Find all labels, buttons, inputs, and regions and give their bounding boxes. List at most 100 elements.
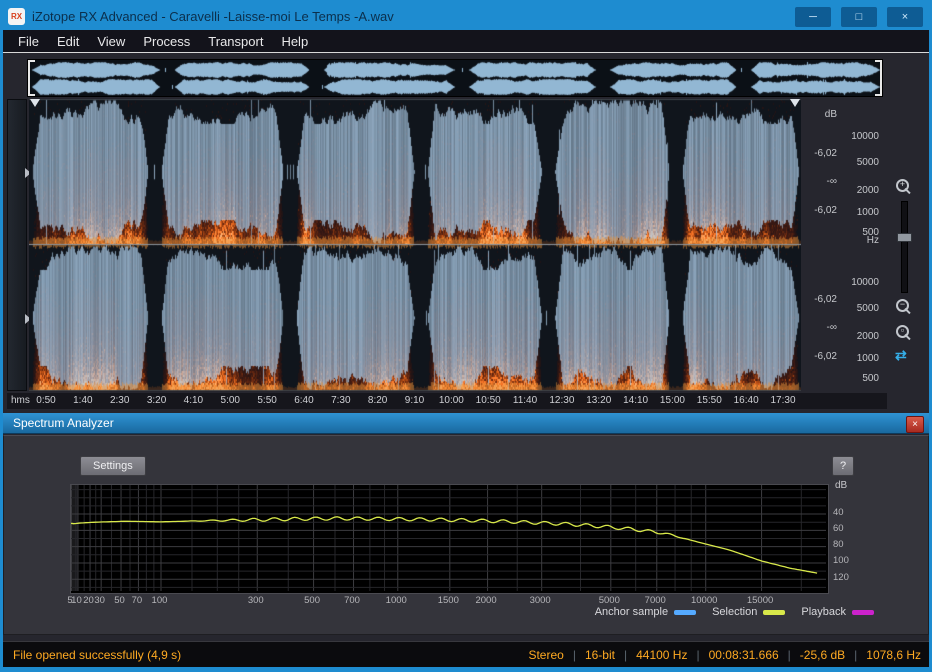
y-axis-tick: 100	[833, 555, 849, 567]
status-bar: File opened successfully (4,9 s) Stereo |…	[3, 641, 929, 667]
time-tick: 1:40	[73, 395, 93, 406]
x-axis-tick: 10000	[690, 595, 718, 606]
time-ruler[interactable]: hms 0:50 1:40 2:30 3:20 4:10 5:00 5:50 6:40 7:30…	[7, 393, 887, 409]
x-axis-tick: 500	[304, 595, 321, 606]
status-field: 1078,6 Hz	[866, 647, 921, 662]
channel-rail[interactable]	[7, 99, 31, 391]
analyzer-body: Settings ? dB Anchor sample Selection Play…	[3, 435, 929, 635]
status-separator: |	[572, 647, 576, 662]
zoom-slider-track[interactable]	[901, 201, 908, 293]
time-tick: 5:50	[257, 395, 277, 406]
time-tick: 0:50	[36, 395, 56, 406]
scale-column: dB Hz -6,02 -∞ -6,02 10000 5000 2000 1000 500 -6,0…	[803, 99, 887, 391]
time-tick: 15:50	[696, 395, 722, 406]
plot-db-unit: dB	[835, 480, 848, 491]
status-field: Stereo	[528, 647, 564, 662]
x-axis-tick: 20	[83, 595, 94, 606]
status-separator: |	[854, 647, 858, 662]
menu-help[interactable]: Help	[272, 32, 317, 51]
menu-transport[interactable]: Transport	[199, 32, 272, 51]
freq-scale-value: 10000	[851, 276, 879, 288]
db-scale-value: -6,02	[814, 351, 837, 363]
menu-file[interactable]: File	[9, 32, 48, 51]
close-button[interactable]: ×	[887, 6, 923, 27]
pan-arrows-icon[interactable]: ⇄	[895, 347, 907, 364]
freq-scale-value: 1000	[856, 352, 879, 364]
y-axis-tick: 80	[833, 539, 844, 551]
freq-scale-value: 2000	[856, 330, 879, 342]
freq-scale-value: 10000	[851, 130, 879, 142]
legend-label: Anchor sample	[594, 606, 669, 618]
spectrum-plot[interactable]	[70, 484, 829, 594]
x-axis-tick: 700	[344, 595, 360, 606]
help-button[interactable]: ?	[832, 456, 854, 476]
ruler-unit-label: hms	[11, 395, 30, 406]
title-bar[interactable]: RX iZotope RX Advanced - Caravelli -Lais…	[3, 3, 929, 30]
zoom-slider-handle[interactable]	[897, 233, 912, 242]
legend-item-anchor-sample: Anchor sample	[594, 606, 697, 618]
spectrogram-view[interactable]	[29, 99, 801, 391]
analyzer-legend: Anchor sample Selection Playback	[595, 606, 874, 618]
time-tick: 5:00	[220, 395, 240, 406]
overview-right-bracket[interactable]	[874, 60, 882, 96]
window-controls: ─ □ ×	[795, 6, 923, 27]
main-area: dB Hz -6,02 -∞ -6,02 10000 5000 2000 1000 500 -6,0…	[3, 52, 929, 667]
app-icon: RX	[8, 8, 25, 25]
minimize-button[interactable]: ─	[795, 6, 831, 27]
time-tick: 4:10	[183, 395, 204, 406]
status-separator: |	[623, 647, 628, 662]
overview-left-bracket[interactable]	[28, 60, 36, 96]
zoom-in-button[interactable]: +	[896, 179, 912, 195]
spectrogram-canvas[interactable]	[29, 99, 801, 391]
overview-strip[interactable]	[27, 59, 883, 97]
legend-label: Playback	[801, 606, 846, 618]
analyzer-title-bar[interactable]: Spectrum Analyzer ×	[3, 413, 929, 434]
time-tick: 13:20	[586, 395, 612, 406]
db-scale-value: -∞	[826, 176, 837, 188]
analyzer-title: Spectrum Analyzer	[13, 416, 114, 430]
time-tick: 8:20	[367, 395, 388, 406]
freq-scale-value: 500	[862, 373, 879, 385]
overview-canvas[interactable]	[28, 60, 882, 96]
x-axis-tick: 3000	[529, 595, 551, 606]
menu-edit[interactable]: Edit	[48, 32, 88, 51]
x-axis-tick: 100	[151, 595, 168, 606]
time-tick: 10:50	[475, 395, 501, 406]
time-tick: 14:10	[623, 395, 649, 406]
db-scale-value: -6,02	[814, 294, 837, 306]
zoom-selection-button[interactable]: ▫	[896, 325, 912, 341]
x-axis-tick: 10	[71, 595, 82, 606]
settings-button[interactable]: Settings	[80, 456, 146, 476]
freq-scale-value: 5000	[856, 303, 879, 315]
y-axis-tick: 60	[833, 522, 844, 534]
time-tick: 2:30	[109, 395, 130, 406]
selection-handle-left[interactable]	[30, 99, 40, 107]
time-tick: 17:30	[770, 395, 796, 406]
legend-item-selection: Selection	[712, 606, 786, 618]
x-axis-tick: 2000	[475, 595, 497, 606]
x-axis-tick: 50	[114, 595, 125, 606]
selection-handle-right[interactable]	[790, 99, 800, 107]
status-separator: |	[787, 647, 791, 662]
window-title: iZotope RX Advanced - Caravelli -Laisse-…	[32, 9, 394, 24]
status-separator: |	[696, 647, 700, 662]
freq-scale-value: 5000	[856, 157, 879, 169]
time-tick: 6:40	[294, 395, 314, 406]
status-field: 44100 Hz	[636, 647, 688, 662]
legend-swatch	[763, 609, 786, 615]
selection-spectrum-curve	[70, 516, 818, 574]
y-axis-tick: 40	[833, 506, 844, 518]
db-scale-value: -∞	[826, 322, 837, 334]
menu-process[interactable]: Process	[134, 32, 199, 51]
maximize-button[interactable]: □	[841, 6, 877, 27]
time-tick: 11:40	[512, 395, 538, 406]
zoom-out-button[interactable]: −	[896, 299, 912, 315]
menu-view[interactable]: View	[88, 32, 134, 51]
time-tick: 12:30	[549, 395, 575, 406]
x-axis-tick: 5000	[598, 595, 620, 606]
x-axis-tick: 15000	[746, 595, 774, 606]
time-tick: 15:00	[659, 395, 685, 406]
freq-scale-value: 500	[862, 227, 879, 239]
x-axis-tick: 300	[247, 595, 264, 606]
analyzer-close-button[interactable]: ×	[906, 416, 924, 433]
